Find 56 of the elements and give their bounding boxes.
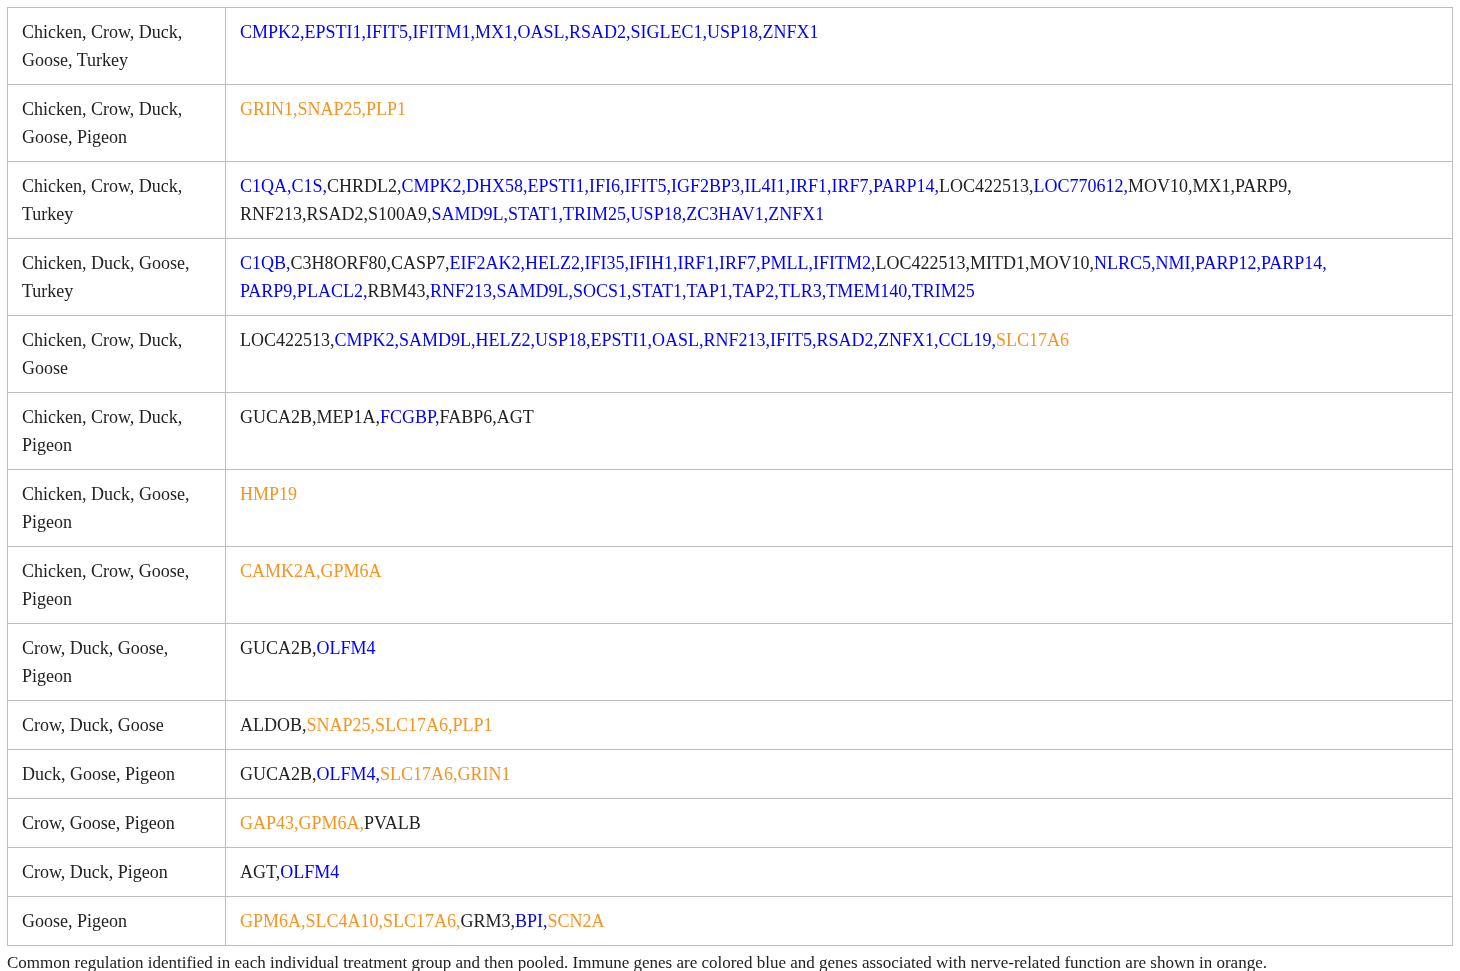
gene-names: RNF213,RSAD2,S100A9,: [240, 204, 432, 224]
gene-names: PARP9,PLACL2,: [240, 281, 368, 301]
gene-names: C1QB,: [240, 253, 291, 273]
gene-names: FABP6,AGT: [439, 407, 534, 427]
gene-names: ALDOB,: [240, 715, 307, 735]
group-label: Crow, Goose, Pigeon: [22, 813, 175, 833]
group-label: Duck, Goose, Pigeon: [22, 764, 175, 784]
gene-names: LOC770612,: [1033, 176, 1128, 196]
gene-names: GUCA2B,: [240, 764, 317, 784]
gene-names: CHRDL2,: [327, 176, 402, 196]
group-label: Chicken, Crow, Duck, Goose: [22, 330, 183, 378]
gene-names: GRIN1,SNAP25,PLP1: [240, 99, 407, 119]
gene-names: NLRC5,NMI,PARP12,PARP14,: [1094, 253, 1327, 273]
gene-names: RNF213,SAMD9L,SOCS1,STAT1,TAP1,TAP2,TLR3,TMEM140,TRIM25: [429, 281, 975, 301]
gene-names: GRM3,: [460, 911, 516, 931]
gene-names: HMP19: [240, 484, 297, 504]
group-label: Crow, Duck, Goose: [22, 715, 164, 735]
gene-names: C3H8ORF80,CASP7,: [290, 253, 450, 273]
gene-names: GUCA2B,: [240, 638, 317, 658]
gene-names: SCN2A: [547, 911, 605, 931]
gene-names: GUCA2B,MEP1A,: [240, 407, 381, 427]
gene-names: LOC422513,MITD1,MOV10,: [875, 253, 1095, 273]
group-label: Chicken, Crow, Goose, Pigeon: [22, 561, 190, 609]
group-label: Chicken, Duck, Goose, Pigeon: [22, 484, 190, 532]
group-label: Goose, Pigeon: [22, 911, 127, 931]
gene-names: BPI,: [515, 911, 548, 931]
gene-names: AGT,: [240, 862, 281, 882]
gene-names: OLFM4: [280, 862, 340, 882]
gene-names: SLC17A6,GRIN1: [380, 764, 511, 784]
gene-names: RBM43,: [367, 281, 430, 301]
gene-names: EIF2AK2,HELZ2,IFI35,IFIH1,IRF1,IRF7,PMLL,IFITM2,: [449, 253, 876, 273]
gene-names: MOV10,MX1,PARP9,: [1127, 176, 1292, 196]
gene-names: PVALB: [364, 813, 421, 833]
group-label: Chicken, Crow, Duck, Goose, Turkey: [22, 22, 183, 70]
group-label: Chicken, Crow, Duck, Pigeon: [22, 407, 183, 455]
gene-names: OLFM4: [316, 638, 376, 658]
gene-names: SLC17A6: [996, 330, 1070, 350]
gene-names: C1QA,C1S,: [240, 176, 328, 196]
gene-names: SAMD9L,STAT1,TRIM25,USP18,ZC3HAV1,ZNFX1: [431, 204, 825, 224]
group-label: Chicken, Crow, Duck, Turkey: [22, 176, 183, 224]
gene-names: SNAP25,SLC17A6,PLP1: [306, 715, 493, 735]
gene-names: LOC422513,: [938, 176, 1034, 196]
group-label: Chicken, Duck, Goose, Turkey: [22, 253, 190, 301]
gene-names: CMPK2,DHX58,EPSTI1,IFI6,IFIT5,IGF2BP3,IL4I1,IRF1,IRF7,PARP14,: [401, 176, 939, 196]
gene-names: GAP43,GPM6A,: [240, 813, 365, 833]
group-label: Crow, Duck, Goose, Pigeon: [22, 638, 169, 686]
table-caption: Common regulation identified in each individual treatment group and then pooled. Immune genes are colored blue and genes associated with nerve-related function are shown in orange.: [7, 952, 1268, 971]
gene-names: LOC422513,: [240, 330, 335, 350]
gene-names: OLFM4,: [316, 764, 381, 784]
gene-names: FCGBP,: [380, 407, 440, 427]
gene-names: GPM6A,SLC4A10,SLC17A6,: [240, 911, 461, 931]
gene-names: CMPK2,EPSTI1,IFIT5,IFITM1,MX1,OASL,RSAD2,SIGLEC1,USP18,ZNFX1: [240, 22, 819, 42]
group-label: Chicken, Crow, Duck, Goose, Pigeon: [22, 99, 183, 147]
group-label: Crow, Duck, Pigeon: [22, 862, 168, 882]
gene-names: CAMK2A,GPM6A: [240, 561, 382, 581]
gene-names: CMPK2,SAMD9L,HELZ2,USP18,EPSTI1,OASL,RNF213,IFIT5,RSAD2,ZNFX1,CCL19,: [334, 330, 997, 350]
